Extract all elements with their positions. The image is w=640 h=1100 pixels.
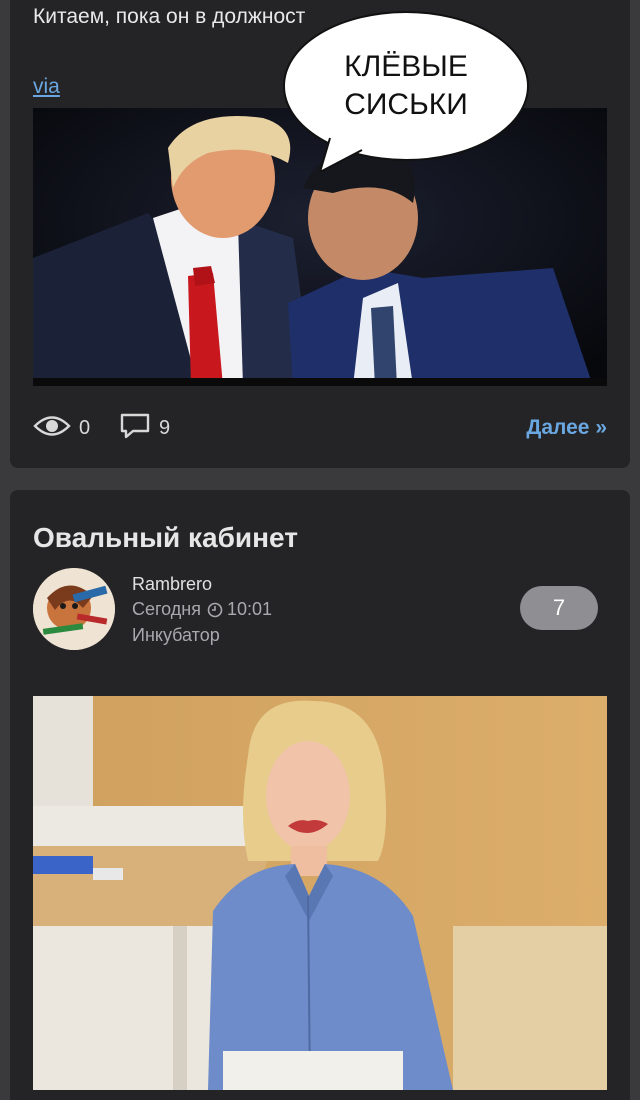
post-card: Китаем, пока он в должност via КЛЁВЫЕ СИ… xyxy=(10,0,630,468)
views-count: 0 xyxy=(79,416,91,439)
comments-count: 9 xyxy=(159,416,171,439)
eye-icon xyxy=(33,413,71,444)
avatar[interactable] xyxy=(33,568,115,650)
author-name[interactable]: Rambrero xyxy=(132,574,212,595)
post-image[interactable] xyxy=(33,696,607,1090)
post-title[interactable]: Овальный кабинет xyxy=(33,522,298,554)
post-excerpt: Китаем, пока он в должност xyxy=(33,5,306,28)
community-link[interactable]: Инкубатор xyxy=(132,625,220,646)
via-link[interactable]: via xyxy=(33,75,60,99)
post-date: Сегодня 10:01 xyxy=(132,599,272,620)
speech-bubble-icon xyxy=(119,412,151,445)
photo-illustration xyxy=(33,696,607,1090)
read-more-link[interactable]: Далее » xyxy=(526,416,607,440)
speech-bubble: КЛЁВЫЕ СИСЬКИ xyxy=(282,10,530,172)
post-stats: 0 9 Далее » xyxy=(33,412,607,444)
clock-icon xyxy=(207,602,223,618)
date-label: Сегодня xyxy=(132,599,201,619)
bubble-line-2: СИСЬКИ xyxy=(344,88,468,121)
comments-stat[interactable]: 9 xyxy=(119,412,170,444)
post-time: 10:01 xyxy=(227,599,273,619)
bubble-line-1: КЛЁВЫЕ xyxy=(344,50,468,83)
rating-badge[interactable]: 7 xyxy=(520,586,598,630)
post-card: Овальный кабинет Rambrero Сегодня 10:01 … xyxy=(10,490,630,1100)
views-stat[interactable]: 0 xyxy=(33,412,90,444)
